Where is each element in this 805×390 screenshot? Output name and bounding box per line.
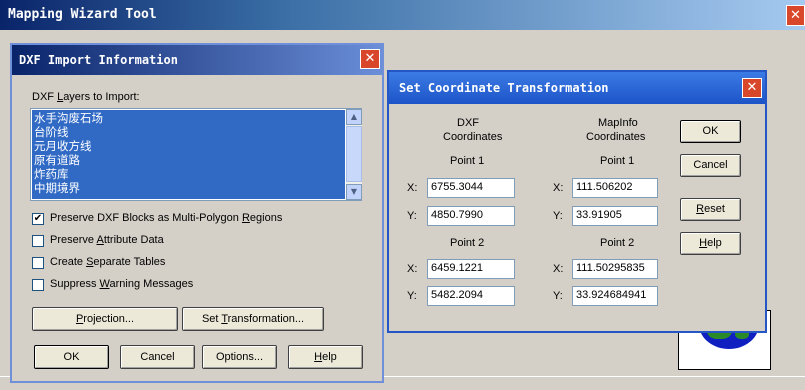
dxf-close-button[interactable]: ✕ bbox=[360, 49, 380, 69]
mapinfo-point1-label: Point 1 bbox=[600, 155, 635, 167]
layer-item[interactable]: 水手沟废石场 bbox=[34, 111, 343, 125]
mi-p1-x-input[interactable]: 111.506202 bbox=[572, 178, 658, 198]
dxf-p2-x-input[interactable]: 6459.1221 bbox=[427, 259, 515, 279]
main-title: Mapping Wizard Tool bbox=[8, 7, 157, 22]
scroll-down-arrow-icon[interactable]: ▼ bbox=[346, 184, 362, 200]
transform-dialog: Set Coordinate Transformation ✕ DXF Coor… bbox=[387, 70, 767, 333]
preserve-blocks-checkbox[interactable]: ✔ bbox=[32, 213, 44, 225]
mi-p1-y-input[interactable]: 33.91905 bbox=[572, 206, 658, 226]
layer-item[interactable]: 台阶线 bbox=[34, 125, 343, 139]
preserve-blocks-label[interactable]: Preserve DXF Blocks as Multi-Polygon Reg… bbox=[50, 212, 282, 224]
separate-tables-checkbox[interactable] bbox=[32, 257, 44, 269]
dxf-p1-x-input[interactable]: 6755.3044 bbox=[427, 178, 515, 198]
layer-item[interactable]: 原有道路 bbox=[34, 153, 343, 167]
transform-help-button[interactable]: Help bbox=[680, 232, 741, 255]
set-transformation-button[interactable]: Set Transformation... bbox=[182, 307, 324, 331]
transform-cancel-button[interactable]: Cancel bbox=[680, 154, 741, 177]
mi-p2-x-input[interactable]: 111.50295835 bbox=[572, 259, 658, 279]
mi-p2-y-input[interactable]: 33.924684941 bbox=[572, 286, 658, 306]
mapinfo-point2-label: Point 2 bbox=[600, 237, 635, 249]
transform-ok-button[interactable]: OK bbox=[680, 120, 741, 143]
layers-scrollbar[interactable]: ▲ ▼ bbox=[346, 109, 362, 200]
mi-p1-y-label: Y: bbox=[553, 210, 563, 222]
mapinfo-header-line2: Coordinates bbox=[586, 131, 646, 143]
ok-button[interactable]: OK bbox=[34, 345, 109, 369]
layers-listbox[interactable]: 水手沟废石场 台阶线 元月收方线 原有道路 炸药库 中期境界 ▲ ▼ bbox=[30, 108, 362, 201]
dxf-p1-y-label: Y: bbox=[407, 210, 417, 222]
layer-item[interactable]: 炸药库 bbox=[34, 167, 343, 181]
transform-title: Set Coordinate Transformation bbox=[399, 81, 609, 95]
dxf-help-button[interactable]: Help bbox=[288, 345, 363, 369]
dxf-p1-x-label: X: bbox=[407, 182, 418, 194]
main-close-button[interactable]: ✕ bbox=[786, 5, 805, 26]
suppress-warnings-checkbox[interactable] bbox=[32, 279, 44, 291]
dxf-p2-y-input[interactable]: 5482.2094 bbox=[427, 286, 515, 306]
scroll-thumb[interactable] bbox=[346, 126, 362, 182]
dxf-p2-y-label: Y: bbox=[407, 290, 417, 302]
mi-p2-y-label: Y: bbox=[553, 290, 563, 302]
layers-selection: 水手沟废石场 台阶线 元月收方线 原有道路 炸药库 中期境界 bbox=[32, 110, 345, 199]
layer-item[interactable]: 元月收方线 bbox=[34, 139, 343, 153]
dxf-point2-label: Point 2 bbox=[450, 237, 485, 249]
mapinfo-header-line1: MapInfo bbox=[598, 117, 638, 129]
dxf-header-line2: Coordinates bbox=[443, 131, 503, 143]
dxf-point1-label: Point 1 bbox=[450, 155, 485, 167]
dxf-p2-x-label: X: bbox=[407, 263, 418, 275]
layers-label: DXF Layers to Import: bbox=[32, 91, 140, 103]
transform-close-button[interactable]: ✕ bbox=[742, 78, 762, 98]
suppress-warnings-label[interactable]: Suppress Warning Messages bbox=[50, 278, 193, 290]
mi-p2-x-label: X: bbox=[553, 263, 564, 275]
dxf-import-dialog: DXF Import Information ✕ DXF Layers to I… bbox=[10, 43, 384, 383]
cancel-button[interactable]: Cancel bbox=[120, 345, 195, 369]
mi-p1-x-label: X: bbox=[553, 182, 564, 194]
layer-item[interactable]: 中期境界 bbox=[34, 181, 343, 195]
separate-tables-label[interactable]: Create Separate Tables bbox=[50, 256, 165, 268]
preserve-attribute-checkbox[interactable] bbox=[32, 235, 44, 247]
transform-reset-button[interactable]: Reset bbox=[680, 198, 741, 221]
projection-button[interactable]: Projection... bbox=[32, 307, 178, 331]
dxf-p1-y-input[interactable]: 4850.7990 bbox=[427, 206, 515, 226]
dxf-header-line1: DXF bbox=[457, 117, 479, 129]
options-button[interactable]: Options... bbox=[202, 345, 277, 369]
preserve-attribute-label[interactable]: Preserve Attribute Data bbox=[50, 234, 164, 246]
dxf-title: DXF Import Information bbox=[19, 53, 178, 67]
scroll-up-arrow-icon[interactable]: ▲ bbox=[346, 109, 362, 125]
